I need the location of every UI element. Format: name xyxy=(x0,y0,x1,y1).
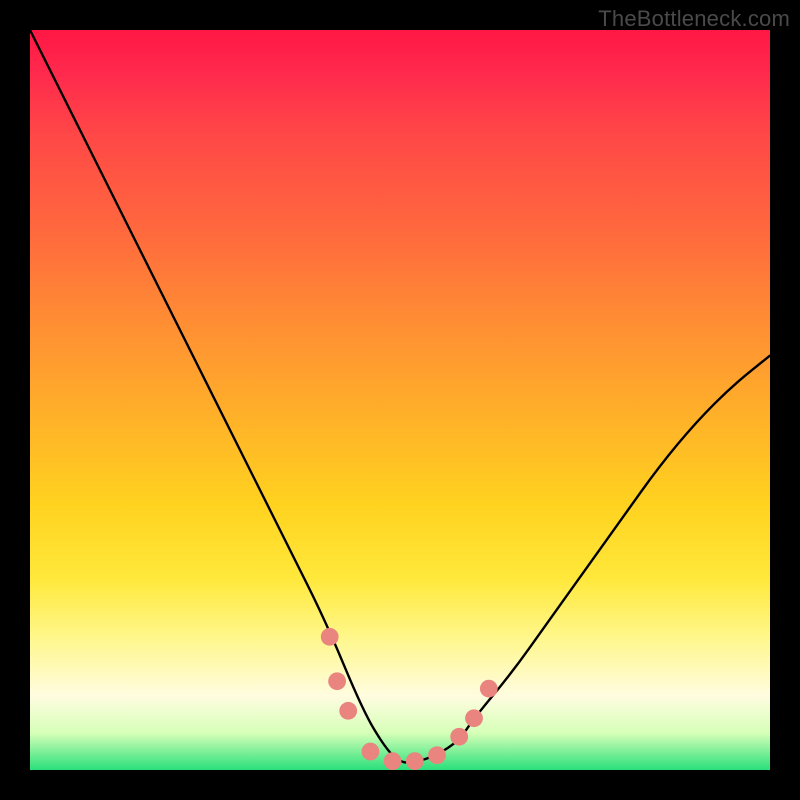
right-dot-lower xyxy=(450,728,468,746)
valley-dot-3 xyxy=(406,752,424,770)
left-dot-upper xyxy=(321,628,339,646)
left-dot-lower xyxy=(328,672,346,690)
marker-group xyxy=(321,628,498,770)
watermark-text: TheBottleneck.com xyxy=(598,6,790,32)
valley-dot-1 xyxy=(362,743,380,761)
chart-stage: TheBottleneck.com xyxy=(0,0,800,800)
bottleneck-curve xyxy=(30,30,770,763)
chart-svg xyxy=(30,30,770,770)
right-dot-upper xyxy=(480,680,498,698)
right-dot-mid xyxy=(465,709,483,727)
left-dot-lower2 xyxy=(339,702,357,720)
valley-dot-2 xyxy=(384,752,402,770)
valley-dot-4 xyxy=(428,746,446,764)
plot-area xyxy=(30,30,770,770)
